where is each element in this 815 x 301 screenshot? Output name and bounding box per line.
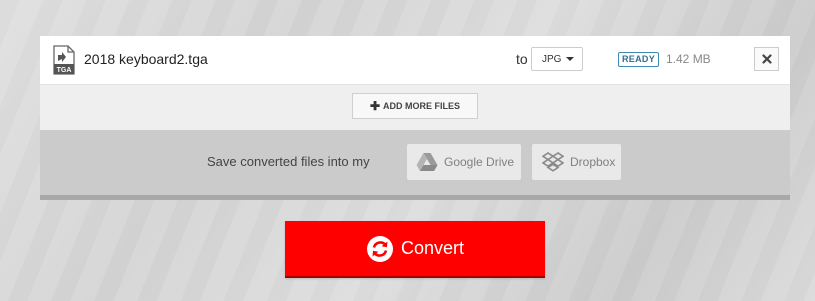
target-format-select[interactable]: JPG xyxy=(531,47,583,71)
convert-label: Convert xyxy=(400,238,465,258)
file-tga-icon: TGA xyxy=(53,45,75,75)
convert-button[interactable]: Convert xyxy=(285,221,545,278)
status-badge: READY xyxy=(618,52,660,67)
file-size: 1.42 MB xyxy=(666,52,711,66)
panel-bottom-border xyxy=(40,195,790,200)
chevron-down-icon xyxy=(566,57,574,61)
close-icon xyxy=(761,54,772,64)
google-drive-label: Google Drive xyxy=(444,155,515,169)
google-drive-icon xyxy=(416,153,438,171)
dropbox-icon xyxy=(542,152,564,172)
add-more-files-button[interactable]: ✚ ADD MORE FILES xyxy=(352,93,478,119)
to-label: to xyxy=(516,51,528,67)
plus-icon: ✚ xyxy=(369,99,381,113)
svg-text:TGA: TGA xyxy=(57,67,72,74)
remove-file-button[interactable] xyxy=(754,47,779,71)
save-destination-label: Save converted files into my xyxy=(207,154,370,169)
add-files-row: ✚ ADD MORE FILES xyxy=(40,84,790,130)
add-more-files-label: ADD MORE FILES xyxy=(383,101,461,111)
save-destination-row: Save converted files into my Google Driv… xyxy=(40,130,790,195)
file-name: 2018 keyboard2.tga xyxy=(84,51,208,67)
google-drive-button[interactable]: Google Drive xyxy=(407,144,521,180)
file-list-panel: TGA 2018 keyboard2.tga to JPG READY 1.42… xyxy=(40,36,790,200)
target-format-value: JPG xyxy=(542,53,562,65)
convert-icon xyxy=(366,235,394,263)
dropbox-label: Dropbox xyxy=(570,155,616,169)
dropbox-button[interactable]: Dropbox xyxy=(532,144,621,180)
file-row: TGA 2018 keyboard2.tga to JPG READY 1.42… xyxy=(40,36,790,84)
